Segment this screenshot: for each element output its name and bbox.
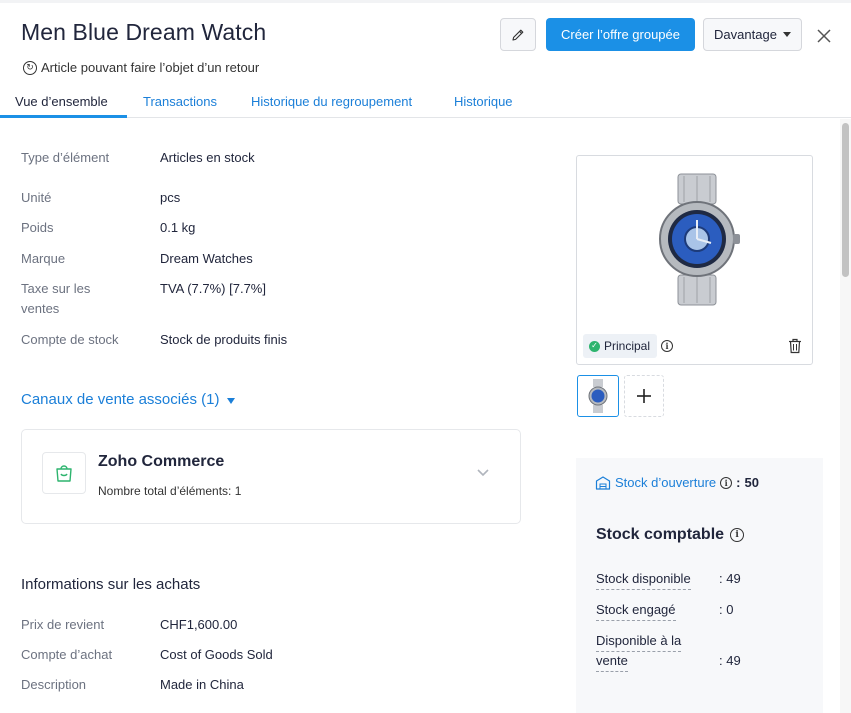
create-bundle-button[interactable]: Créer l’offre groupée bbox=[546, 18, 695, 51]
trash-icon[interactable] bbox=[788, 338, 802, 354]
zoho-commerce-logo bbox=[42, 452, 86, 494]
purchase-label: Description bbox=[21, 677, 87, 692]
detail-label: Compte de stock bbox=[21, 332, 119, 347]
close-icon bbox=[817, 29, 831, 43]
watch-thumbnail-image bbox=[588, 379, 608, 413]
info-icon[interactable]: i bbox=[730, 528, 745, 542]
window-top-strip bbox=[0, 0, 851, 3]
opening-stock: Stock d’ouverture i : 50 bbox=[595, 475, 759, 490]
stock-label: Stock disponible bbox=[596, 569, 691, 590]
detail-value: Articles en stock bbox=[160, 150, 255, 165]
stock-label-line2: vente bbox=[596, 651, 628, 672]
stock-label-line1: Disponible à la bbox=[596, 631, 682, 652]
sales-channels-label: Canaux de vente associés (1) bbox=[21, 391, 220, 408]
purchase-value: Made in China bbox=[160, 677, 244, 692]
detail-value: Dream Watches bbox=[160, 251, 253, 266]
more-dropdown-button[interactable]: Davantage bbox=[703, 18, 802, 51]
caret-down-icon bbox=[227, 397, 236, 404]
tab-bar: Vue d’ensemble Transactions Historique d… bbox=[0, 84, 851, 118]
detail-value: Stock de produits finis bbox=[160, 332, 288, 347]
caret-down-icon bbox=[782, 32, 791, 37]
tab-overview[interactable]: Vue d’ensemble bbox=[15, 84, 108, 118]
tab-bundle-history[interactable]: Historique du regroupement bbox=[251, 84, 412, 118]
accounting-stock-title: Stock comptable i bbox=[596, 526, 745, 544]
sales-channels-toggle[interactable]: Canaux de vente associés (1) bbox=[21, 391, 236, 408]
page-title: Men Blue Dream Watch bbox=[21, 19, 267, 45]
detail-label: Unité bbox=[21, 190, 52, 205]
warehouse-icon bbox=[595, 475, 611, 490]
info-icon[interactable]: i bbox=[661, 340, 673, 352]
add-image-button[interactable] bbox=[624, 375, 664, 417]
detail-label: Poids bbox=[21, 220, 54, 235]
check-circle-icon: ✓ bbox=[589, 340, 600, 352]
purchase-info-title: Informations sur les achats bbox=[21, 576, 201, 593]
product-image[interactable] bbox=[652, 172, 742, 307]
purchase-label: Compte d’achat bbox=[21, 647, 113, 662]
detail-value: TVA (7.7%) [7.7%] bbox=[160, 281, 266, 296]
return-icon: ↻ bbox=[23, 60, 37, 75]
detail-value: pcs bbox=[160, 190, 181, 205]
shopping-bag-icon bbox=[56, 465, 72, 482]
channel-name: Zoho Commerce bbox=[98, 453, 225, 470]
opening-stock-link[interactable]: Stock d’ouverture bbox=[615, 475, 716, 490]
stock-value: : 0 bbox=[719, 602, 734, 617]
detail-value: 0.1 kg bbox=[160, 220, 196, 235]
channel-card-zoho-commerce[interactable]: Zoho Commerce Nombre total d’éléments: 1 bbox=[21, 429, 521, 524]
info-icon[interactable]: i bbox=[720, 476, 733, 489]
product-thumbnail[interactable] bbox=[577, 375, 619, 417]
purchase-value: Cost of Goods Sold bbox=[160, 647, 273, 662]
channel-item-count: Nombre total d’éléments: 1 bbox=[98, 484, 242, 498]
stock-label: Stock engagé bbox=[596, 600, 676, 621]
purchase-label: Prix de revient bbox=[21, 617, 105, 632]
accounting-stock-label: Stock comptable bbox=[596, 526, 725, 543]
opening-stock-value: 50 bbox=[744, 475, 759, 490]
primary-badge-label: Principal bbox=[604, 339, 651, 353]
stock-panel: Stock d’ouverture i : 50 Stock comptable… bbox=[576, 458, 823, 713]
purchase-value: CHF1,600.00 bbox=[160, 617, 238, 632]
chevron-down-icon[interactable] bbox=[476, 468, 490, 478]
primary-image-badge: ✓ Principal bbox=[583, 334, 658, 358]
stock-value: : 49 bbox=[719, 653, 741, 668]
active-tab-indicator bbox=[0, 115, 127, 118]
tab-transactions[interactable]: Transactions bbox=[143, 84, 217, 118]
scrollbar-thumb[interactable] bbox=[842, 123, 849, 277]
close-button[interactable] bbox=[812, 24, 836, 48]
more-button-label: Davantage bbox=[714, 27, 777, 42]
detail-label: Marque bbox=[21, 251, 66, 266]
plus-icon bbox=[637, 389, 651, 403]
pencil-icon bbox=[512, 29, 524, 41]
returnable-text: Article pouvant faire l’objet d’un retou… bbox=[41, 60, 260, 75]
stock-value: : 49 bbox=[719, 571, 741, 586]
opening-stock-colon: : bbox=[736, 475, 741, 490]
product-image-panel: ✓ Principal i bbox=[576, 155, 813, 365]
tab-history[interactable]: Historique bbox=[454, 84, 513, 118]
vertical-scrollbar[interactable] bbox=[840, 119, 851, 713]
edit-button[interactable] bbox=[500, 18, 536, 51]
detail-label: Taxe sur les ventes bbox=[21, 281, 91, 316]
returnable-note: ↻ Article pouvant faire l’objet d’un ret… bbox=[23, 60, 259, 75]
detail-label: Type d’élément bbox=[21, 150, 110, 165]
